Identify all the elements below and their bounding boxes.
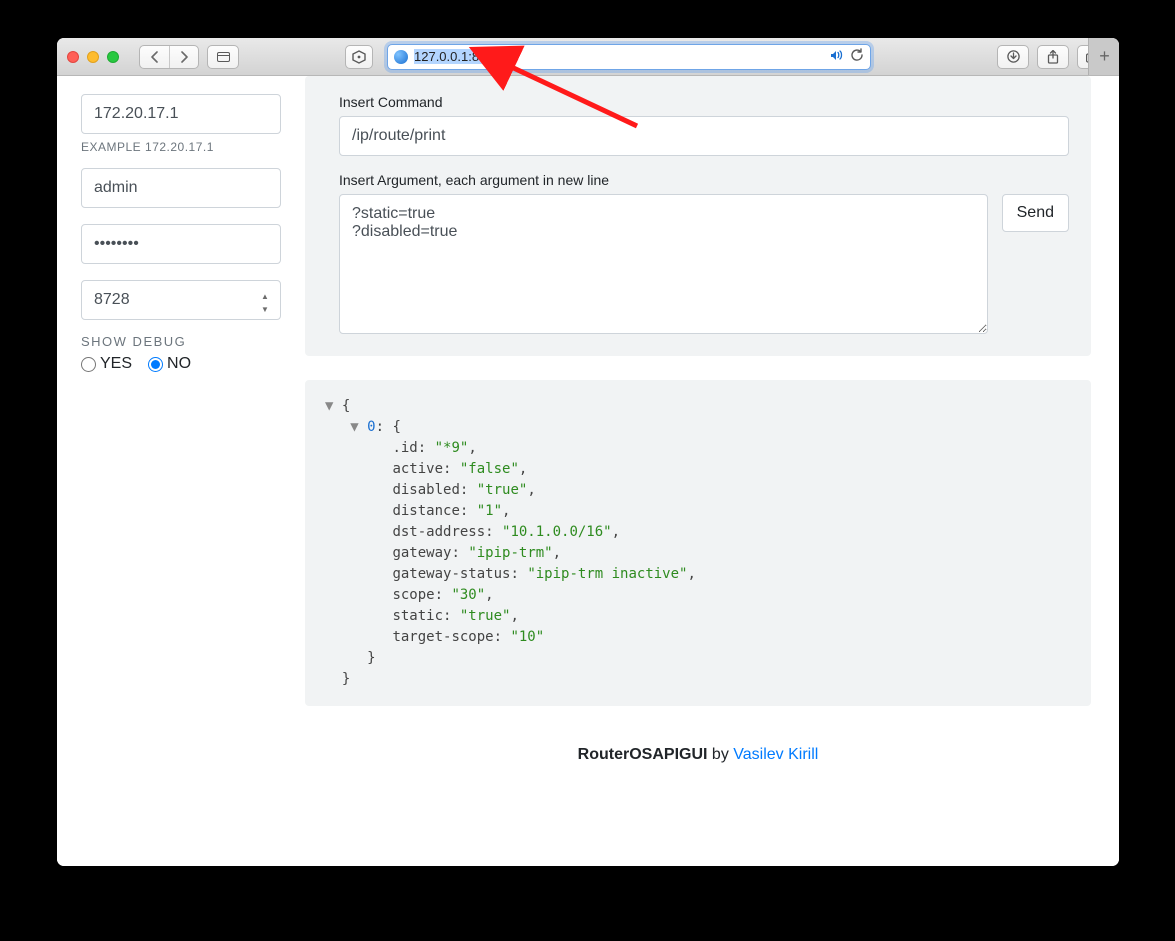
debug-label: SHOW DEBUG (81, 334, 281, 349)
debug-no-label: NO (167, 355, 191, 373)
sidebar-icon (217, 52, 230, 62)
globe-icon (394, 50, 408, 64)
command-label: Insert Command (339, 94, 1069, 110)
port-input[interactable] (81, 280, 281, 320)
audio-icon[interactable] (830, 50, 844, 64)
main-panel: Insert Command Insert Argument, each arg… (305, 76, 1119, 866)
window-controls (67, 51, 131, 63)
reload-button[interactable] (850, 48, 864, 65)
new-tab-button[interactable]: + (1088, 38, 1119, 75)
host-hint: EXAMPLE 172.20.17.1 (81, 140, 281, 154)
forward-button[interactable] (169, 46, 198, 68)
host-input[interactable] (81, 94, 281, 134)
footer: RouterOSAPIGUI by Vasilev Kirill (305, 706, 1091, 794)
show-sidebar-button[interactable] (207, 45, 239, 69)
command-card: Insert Command Insert Argument, each arg… (305, 76, 1091, 356)
port-stepper[interactable]: ▲▼ (261, 292, 275, 314)
share-icon (1047, 50, 1059, 64)
app-name: RouterOSAPIGUI (578, 746, 708, 763)
debug-yes-option[interactable]: YES (81, 355, 132, 373)
url-text: 127.0.0.1:8081 (414, 49, 824, 64)
footer-by: by (707, 746, 733, 763)
nav-back-forward (139, 45, 199, 69)
debug-yes-label: YES (100, 355, 132, 373)
debug-no-option[interactable]: NO (148, 355, 191, 373)
hexagon-icon (352, 50, 366, 64)
password-input[interactable] (81, 224, 281, 264)
back-button[interactable] (140, 46, 169, 68)
download-icon (1007, 50, 1020, 63)
share-button[interactable] (1037, 45, 1069, 69)
close-window-button[interactable] (67, 51, 79, 63)
connection-panel: EXAMPLE 172.20.17.1 ▲▼ SHOW DEBUG YES NO (57, 76, 305, 866)
argument-label: Insert Argument, each argument in new li… (339, 172, 1069, 188)
site-settings-button[interactable] (345, 45, 373, 69)
command-input[interactable] (339, 116, 1069, 156)
minimize-window-button[interactable] (87, 51, 99, 63)
browser-toolbar: 127.0.0.1:8081 + (57, 38, 1119, 76)
send-button[interactable]: Send (1002, 194, 1069, 232)
app-body: EXAMPLE 172.20.17.1 ▲▼ SHOW DEBUG YES NO (57, 76, 1119, 866)
address-bar[interactable]: 127.0.0.1:8081 (387, 44, 871, 70)
username-input[interactable] (81, 168, 281, 208)
result-viewer: ▼ { ▼ 0: { .id: "*9", active: "false", d… (305, 380, 1091, 706)
argument-textarea[interactable] (339, 194, 988, 334)
author-link[interactable]: Vasilev Kirill (733, 746, 818, 763)
browser-window: 127.0.0.1:8081 + (57, 38, 1119, 866)
downloads-button[interactable] (997, 45, 1029, 69)
zoom-window-button[interactable] (107, 51, 119, 63)
